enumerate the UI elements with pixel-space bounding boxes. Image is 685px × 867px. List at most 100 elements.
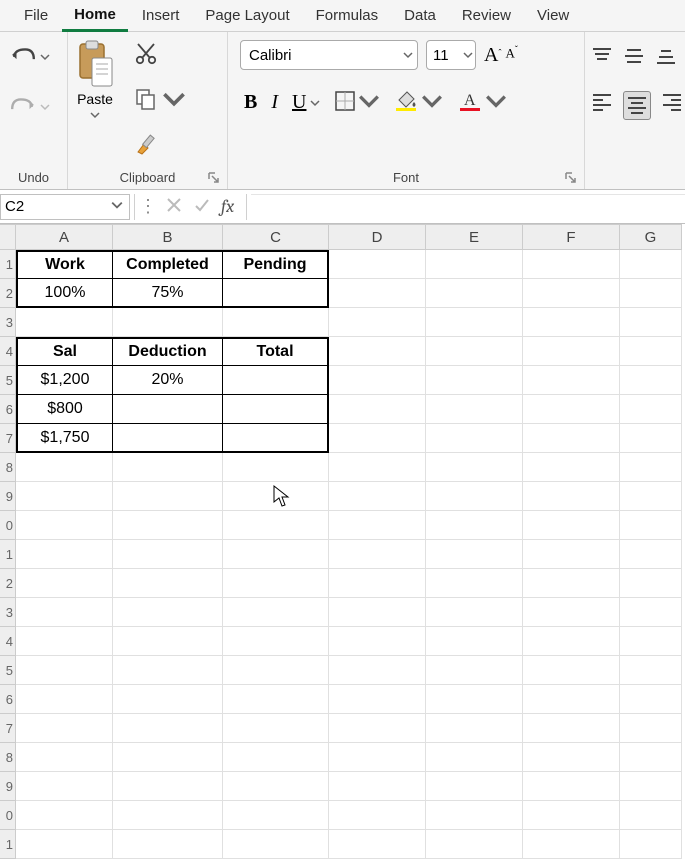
cell[interactable] bbox=[426, 656, 523, 685]
cell[interactable] bbox=[16, 598, 113, 627]
row-header[interactable]: 5 bbox=[0, 656, 16, 685]
cell[interactable] bbox=[16, 569, 113, 598]
underline-button[interactable]: U bbox=[292, 91, 320, 114]
cell[interactable] bbox=[329, 308, 426, 337]
cell[interactable] bbox=[426, 395, 523, 424]
chevron-down-icon[interactable] bbox=[111, 198, 129, 215]
cell[interactable] bbox=[16, 743, 113, 772]
cell[interactable] bbox=[223, 424, 329, 453]
cell[interactable] bbox=[620, 830, 682, 859]
cell[interactable]: Total bbox=[223, 337, 329, 366]
cell[interactable] bbox=[523, 598, 620, 627]
cell[interactable] bbox=[329, 366, 426, 395]
undo-button[interactable] bbox=[10, 46, 53, 68]
cell[interactable] bbox=[329, 511, 426, 540]
cell[interactable] bbox=[329, 540, 426, 569]
chevron-down-icon[interactable] bbox=[40, 99, 50, 115]
cell[interactable] bbox=[620, 627, 682, 656]
cancel-formula-button[interactable] bbox=[165, 196, 183, 217]
font-family-select[interactable]: Calibri bbox=[240, 40, 418, 70]
cell[interactable] bbox=[113, 714, 223, 743]
cell[interactable] bbox=[223, 395, 329, 424]
cell[interactable] bbox=[620, 743, 682, 772]
col-header[interactable]: B bbox=[113, 224, 223, 250]
row-header[interactable]: 5 bbox=[0, 366, 16, 395]
grow-font-button[interactable]: Aˆ bbox=[484, 44, 501, 67]
chevron-down-icon[interactable] bbox=[90, 107, 100, 123]
cell[interactable] bbox=[113, 656, 223, 685]
cell[interactable] bbox=[329, 801, 426, 830]
row-header[interactable]: 2 bbox=[0, 279, 16, 308]
row-header[interactable]: 0 bbox=[0, 511, 16, 540]
row-header[interactable]: 1 bbox=[0, 830, 16, 859]
row-header[interactable]: 3 bbox=[0, 598, 16, 627]
cell[interactable] bbox=[329, 743, 426, 772]
cell[interactable]: 75% bbox=[113, 279, 223, 308]
cell[interactable] bbox=[620, 714, 682, 743]
row-header[interactable]: 7 bbox=[0, 714, 16, 743]
cell[interactable] bbox=[620, 279, 682, 308]
cell[interactable] bbox=[523, 279, 620, 308]
cell[interactable] bbox=[16, 830, 113, 859]
cell[interactable] bbox=[329, 830, 426, 859]
font-size-select[interactable]: 11 bbox=[426, 40, 476, 70]
enter-formula-button[interactable] bbox=[193, 196, 211, 217]
align-middle-button[interactable] bbox=[623, 46, 645, 69]
cell[interactable] bbox=[426, 308, 523, 337]
cell[interactable] bbox=[223, 569, 329, 598]
cell[interactable] bbox=[620, 424, 682, 453]
tab-view[interactable]: View bbox=[525, 1, 581, 30]
cell[interactable] bbox=[426, 714, 523, 743]
cell[interactable] bbox=[620, 453, 682, 482]
cell[interactable] bbox=[426, 772, 523, 801]
chevron-down-icon[interactable] bbox=[162, 87, 186, 114]
cell[interactable] bbox=[426, 511, 523, 540]
shrink-font-button[interactable]: Aˇ bbox=[505, 44, 517, 67]
cell[interactable] bbox=[223, 772, 329, 801]
col-header[interactable]: A bbox=[16, 224, 113, 250]
row-header[interactable]: 2 bbox=[0, 569, 16, 598]
row-header[interactable]: 9 bbox=[0, 482, 16, 511]
cell[interactable] bbox=[329, 453, 426, 482]
cell[interactable] bbox=[113, 627, 223, 656]
cell[interactable] bbox=[223, 511, 329, 540]
align-left-button[interactable] bbox=[591, 91, 613, 120]
col-header[interactable]: D bbox=[329, 224, 426, 250]
cell[interactable] bbox=[523, 424, 620, 453]
tab-review[interactable]: Review bbox=[450, 1, 523, 30]
cell[interactable] bbox=[113, 395, 223, 424]
cell[interactable] bbox=[113, 482, 223, 511]
cell[interactable] bbox=[426, 685, 523, 714]
cell[interactable] bbox=[223, 830, 329, 859]
chevron-down-icon[interactable] bbox=[40, 49, 50, 65]
borders-button[interactable] bbox=[334, 90, 380, 115]
row-header[interactable]: 4 bbox=[0, 337, 16, 366]
cell[interactable] bbox=[620, 540, 682, 569]
cell[interactable] bbox=[113, 743, 223, 772]
name-box[interactable]: C2 bbox=[0, 194, 130, 220]
tab-formulas[interactable]: Formulas bbox=[304, 1, 391, 30]
cell[interactable] bbox=[16, 540, 113, 569]
cell[interactable]: 100% bbox=[16, 279, 113, 308]
chevron-down-icon[interactable] bbox=[420, 90, 444, 115]
cell[interactable] bbox=[329, 250, 426, 279]
cell[interactable] bbox=[329, 598, 426, 627]
cell[interactable] bbox=[620, 685, 682, 714]
cell[interactable] bbox=[223, 801, 329, 830]
tab-data[interactable]: Data bbox=[392, 1, 448, 30]
cell[interactable] bbox=[16, 627, 113, 656]
cell[interactable] bbox=[113, 453, 223, 482]
cell[interactable] bbox=[16, 511, 113, 540]
cell[interactable] bbox=[113, 772, 223, 801]
cell[interactable] bbox=[426, 424, 523, 453]
cell[interactable] bbox=[620, 250, 682, 279]
cell[interactable] bbox=[16, 656, 113, 685]
row-header[interactable]: 7 bbox=[0, 424, 16, 453]
col-header[interactable]: C bbox=[223, 224, 329, 250]
cell[interactable] bbox=[329, 772, 426, 801]
cell[interactable] bbox=[223, 598, 329, 627]
cell[interactable] bbox=[620, 482, 682, 511]
row-header[interactable]: 6 bbox=[0, 685, 16, 714]
row-header[interactable]: 3 bbox=[0, 308, 16, 337]
cell[interactable] bbox=[113, 598, 223, 627]
